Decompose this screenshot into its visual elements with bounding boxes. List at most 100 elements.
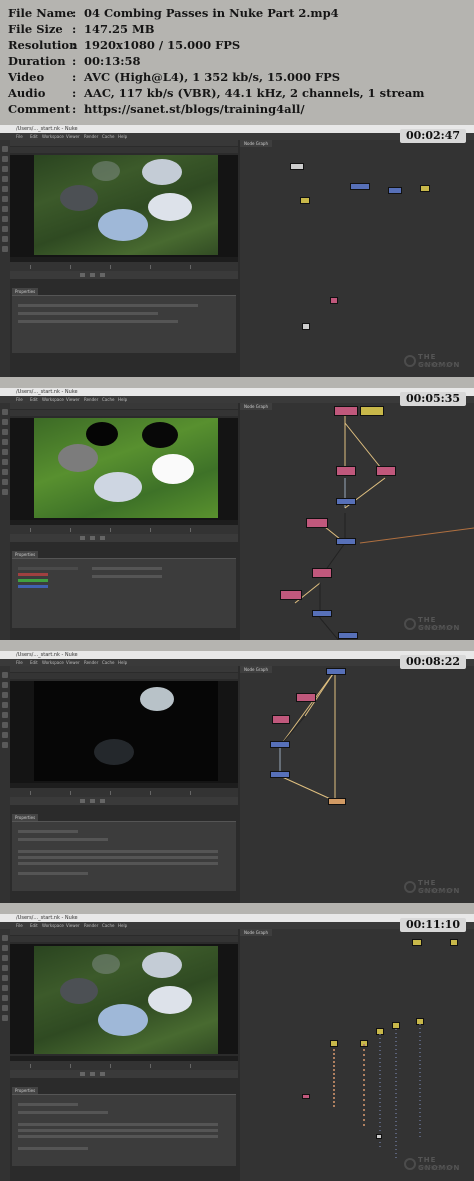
keyer-icon[interactable] [2,995,8,1001]
property-row[interactable] [18,304,198,307]
menu-cache[interactable]: Cache [102,133,114,140]
stop-button[interactable] [90,1072,95,1076]
merge-icon[interactable] [2,479,8,485]
menu-viewer[interactable]: Viewer [66,133,80,140]
play-forward-button[interactable] [100,1072,105,1076]
graph-node[interactable] [302,1094,310,1099]
play-forward-button[interactable] [100,536,105,540]
channel-row[interactable] [18,585,48,588]
play-forward-button[interactable] [100,273,105,277]
menu-cache[interactable]: Cache [102,922,114,929]
graph-node[interactable] [312,610,332,617]
keyer-icon[interactable] [2,469,8,475]
graph-node[interactable] [300,197,310,204]
tab-properties[interactable]: Properties [12,288,39,295]
property-row[interactable] [18,856,218,859]
graph-node[interactable] [312,568,332,578]
graph-node[interactable] [326,668,346,675]
graph-node[interactable] [350,183,370,190]
viewer-toolbar[interactable] [0,140,238,146]
menu-viewer[interactable]: Viewer [66,922,80,929]
stop-button[interactable] [90,536,95,540]
viewer-toolbar[interactable] [0,666,238,672]
read-icon[interactable] [2,672,8,678]
graph-node[interactable] [336,538,356,545]
property-row[interactable] [18,312,158,315]
play-back-button[interactable] [80,1072,85,1076]
filter-icon[interactable] [2,722,8,728]
filter-icon[interactable] [2,985,8,991]
menu-cache[interactable]: Cache [102,659,114,666]
draw-icon[interactable] [2,682,8,688]
property-row[interactable] [18,872,88,875]
tab-properties[interactable]: Properties [12,1087,39,1094]
play-back-button[interactable] [80,799,85,803]
3d-icon[interactable] [2,236,8,242]
property-row[interactable] [18,838,108,841]
time-icon[interactable] [2,955,8,961]
graph-node[interactable] [376,1134,382,1139]
viewer-toolbar[interactable] [0,403,238,409]
graph-node[interactable] [334,406,358,416]
timeline[interactable] [10,262,238,271]
menu-file[interactable]: File [16,922,23,929]
merge-icon[interactable] [2,216,8,222]
graph-node[interactable] [290,163,304,170]
read-icon[interactable] [2,935,8,941]
channel-row[interactable] [18,573,48,576]
menu-file[interactable]: File [16,659,23,666]
tab-properties[interactable]: Properties [12,814,39,821]
graph-node[interactable] [296,693,316,702]
graph-node[interactable] [328,798,346,805]
viewer-toolbar-2[interactable] [0,673,238,679]
menu-help[interactable]: Help [118,922,127,929]
viewer-toolbar-2[interactable] [0,147,238,153]
graph-node[interactable] [272,715,290,724]
time-icon[interactable] [2,166,8,172]
property-row[interactable] [18,1129,218,1132]
menu-viewer[interactable]: Viewer [66,659,80,666]
transform-icon[interactable] [2,1015,8,1021]
menu-edit[interactable]: Edit [30,396,38,403]
tab-node-graph[interactable]: Node Graph [240,140,272,147]
filter-icon[interactable] [2,196,8,202]
property-row[interactable] [18,320,178,323]
play-back-button[interactable] [80,536,85,540]
draw-icon[interactable] [2,945,8,951]
draw-icon[interactable] [2,156,8,162]
menu-help[interactable]: Help [118,133,127,140]
viewer-toolbar-2[interactable] [0,936,238,942]
menu-edit[interactable]: Edit [30,922,38,929]
menu-edit[interactable]: Edit [30,659,38,666]
graph-node[interactable] [336,466,356,476]
tab-properties[interactable]: Properties [12,551,39,558]
time-icon[interactable] [2,692,8,698]
menu-workspace[interactable]: Workspace [42,133,64,140]
property-row[interactable] [92,575,162,578]
channel-icon[interactable] [2,702,8,708]
timeline[interactable] [10,1061,238,1070]
property-row[interactable] [18,862,218,865]
graph-node[interactable] [270,771,290,778]
color-icon[interactable] [2,186,8,192]
channel-icon[interactable] [2,439,8,445]
property-row[interactable] [18,830,78,833]
color-icon[interactable] [2,975,8,981]
graph-node[interactable] [338,632,358,639]
graph-node[interactable] [306,518,328,528]
graph-node[interactable] [336,498,356,505]
menu-help[interactable]: Help [118,396,127,403]
color-icon[interactable] [2,712,8,718]
menu-file[interactable]: File [16,396,23,403]
menu-render[interactable]: Render [84,659,98,666]
transform-icon[interactable] [2,489,8,495]
play-forward-button[interactable] [100,799,105,803]
viewer-toolbar-2[interactable] [0,410,238,416]
menu-render[interactable]: Render [84,922,98,929]
graph-node[interactable] [376,466,396,476]
keyer-icon[interactable] [2,206,8,212]
read-icon[interactable] [2,146,8,152]
menu-file[interactable]: File [16,133,23,140]
property-row[interactable] [18,1135,218,1138]
menu-help[interactable]: Help [118,659,127,666]
